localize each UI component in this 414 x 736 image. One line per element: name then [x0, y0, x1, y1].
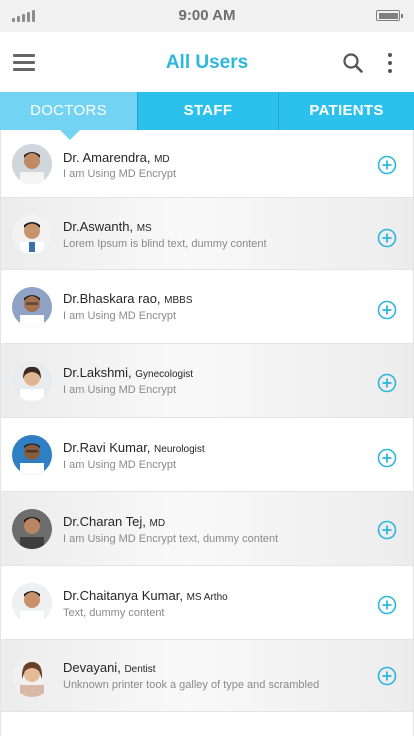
app-header: All Users [0, 32, 414, 92]
tab-staff[interactable]: STAFF [137, 92, 278, 130]
tab-bar: DOCTORS STAFF PATIENTS [0, 92, 414, 130]
user-name: Dr.Aswanth, MS [63, 219, 152, 234]
user-name: Dr.Ravi Kumar, Neurologist [63, 440, 205, 455]
user-name: Dr.Bhaskara rao, MBBS [63, 291, 193, 306]
status-time: 9:00 AM [178, 7, 236, 24]
status-bar: 9:00 AM [0, 0, 414, 32]
user-name: Devayani, Dentist [63, 660, 156, 675]
search-icon[interactable] [342, 52, 364, 74]
avatar [12, 214, 52, 254]
user-status: I am Using MD Encrypt [63, 310, 177, 322]
avatar [12, 287, 52, 327]
add-user-button[interactable] [377, 595, 397, 615]
user-name: Dr.Lakshmi, Gynecologist [63, 365, 194, 380]
avatar [12, 435, 52, 475]
user-name: Dr.Chaitanya Kumar, MS Artho [63, 588, 228, 603]
avatar [12, 657, 52, 697]
avatar [12, 583, 52, 623]
list-item[interactable]: Dr. Amarendra, MD I am Using MD Encrypt [0, 130, 414, 198]
user-status: I am Using MD Encrypt [63, 384, 177, 396]
avatar [12, 361, 52, 401]
battery-icon [376, 10, 403, 21]
user-name: Dr. Amarendra, MD [63, 150, 170, 165]
user-status: I am Using MD Encrypt text, dummy conten… [63, 533, 279, 545]
more-vertical-icon[interactable] [386, 51, 394, 75]
list-item-partial[interactable] [0, 712, 414, 736]
active-tab-indicator [60, 130, 80, 140]
list-item[interactable]: Dr.Lakshmi, Gynecologist I am Using MD E… [0, 344, 414, 418]
add-user-button[interactable] [377, 300, 397, 320]
add-user-button[interactable] [377, 448, 397, 468]
list-item[interactable]: Dr.Charan Tej, MD I am Using MD Encrypt … [0, 492, 414, 566]
user-status: Lorem Ipsum is blind text, dummy content [63, 238, 267, 250]
tab-doctors[interactable]: DOCTORS [0, 92, 137, 130]
add-user-button[interactable] [377, 373, 397, 393]
avatar [12, 144, 52, 184]
user-name: Dr.Charan Tej, MD [63, 514, 166, 529]
add-user-button[interactable] [377, 228, 397, 248]
user-status: I am Using MD Encrypt [63, 168, 177, 180]
list-item[interactable]: Dr.Aswanth, MS Lorem Ipsum is blind text… [0, 198, 414, 270]
list-item[interactable]: Devayani, Dentist Unknown printer took a… [0, 640, 414, 712]
add-user-button[interactable] [377, 666, 397, 686]
list-item[interactable]: Dr.Ravi Kumar, Neurologist I am Using MD… [0, 418, 414, 492]
list-item[interactable]: Dr.Bhaskara rao, MBBS I am Using MD Encr… [0, 270, 414, 344]
user-status: Text, dummy content [63, 607, 165, 619]
user-status: Unknown printer took a galley of type an… [63, 679, 320, 691]
user-status: I am Using MD Encrypt [63, 459, 177, 471]
add-user-button[interactable] [377, 520, 397, 540]
avatar [12, 509, 52, 549]
tab-patients[interactable]: PATIENTS [278, 92, 414, 130]
add-user-button[interactable] [377, 155, 397, 175]
list-item[interactable]: Dr.Chaitanya Kumar, MS Artho Text, dummy… [0, 566, 414, 640]
